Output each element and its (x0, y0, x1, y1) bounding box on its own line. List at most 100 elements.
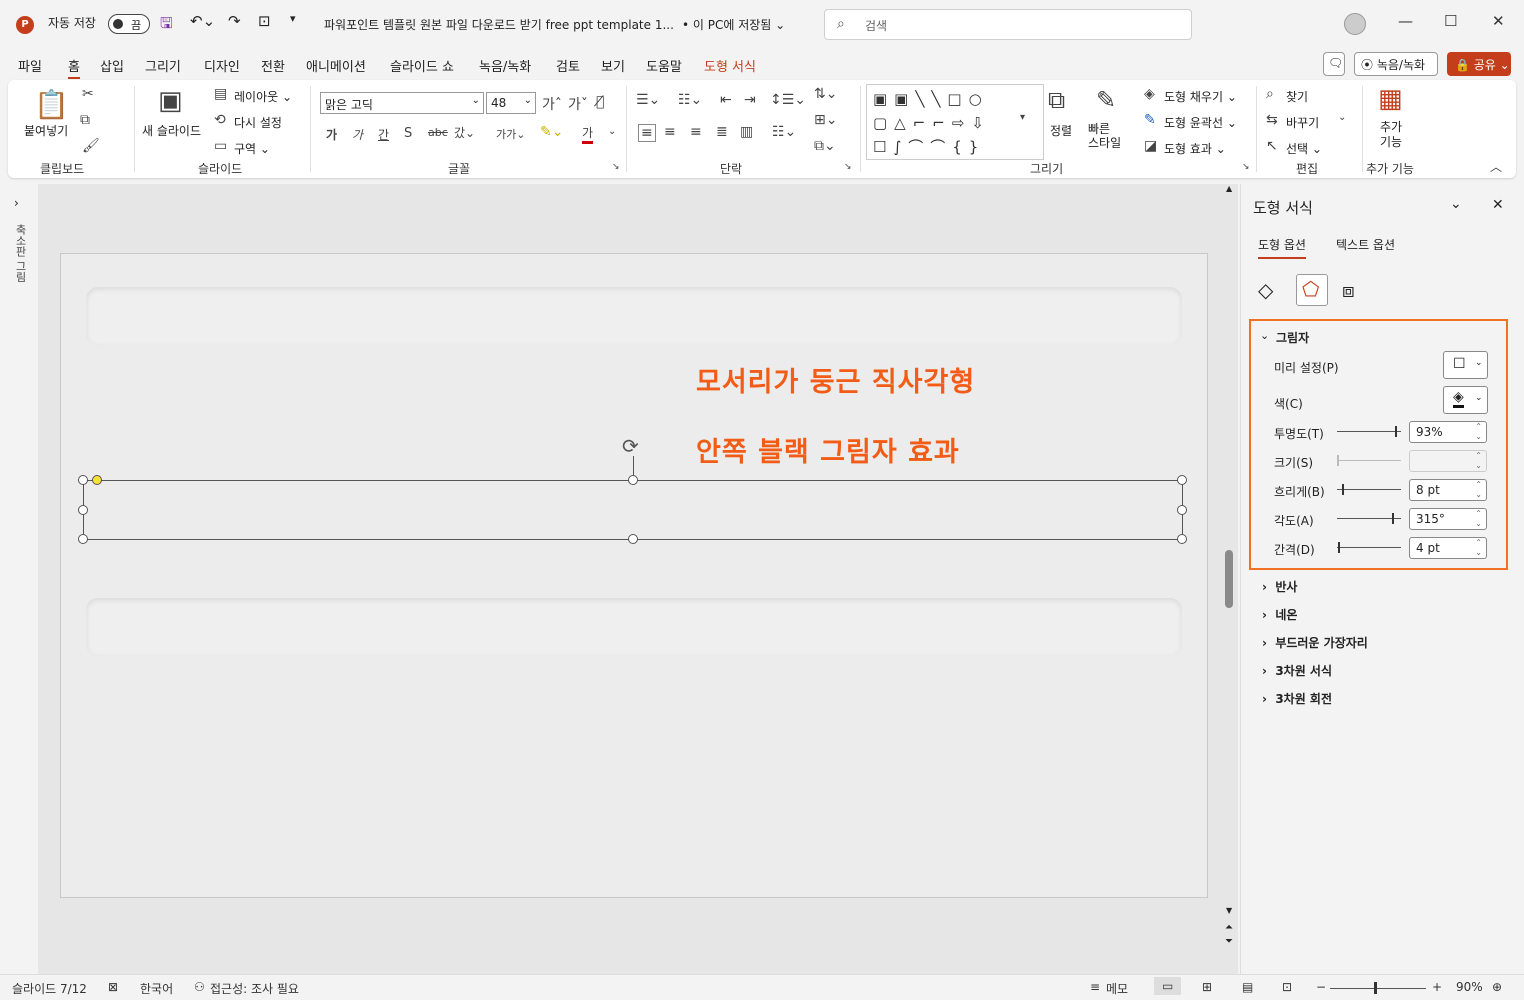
section-soft-edges[interactable]: › 부드러운 가장자리 (1262, 634, 1368, 651)
transparency-input[interactable]: 93% ⌃ ⌄ (1409, 421, 1487, 443)
collapse-ribbon-icon[interactable]: ︿ (1490, 158, 1502, 175)
redo-icon[interactable]: ↷ (228, 12, 241, 30)
zoom-slider-thumb[interactable] (1374, 982, 1377, 994)
tab-insert[interactable]: 삽입 (100, 56, 124, 75)
transparency-slider-thumb[interactable] (1395, 426, 1397, 437)
smartart-icon[interactable]: ⧉⌄ (814, 138, 836, 154)
zoom-in-icon[interactable]: + (1432, 980, 1442, 994)
highlight-icon[interactable]: ✎⌄ (540, 124, 563, 140)
align-center-icon[interactable]: ≡ (664, 124, 676, 140)
corner-radius-handle[interactable] (92, 475, 102, 485)
arrange-icon[interactable]: ⧉ (1048, 86, 1065, 114)
font-name-combo[interactable]: 맑은 고딕 ⌄ (320, 92, 484, 114)
bold-icon[interactable]: 가 (326, 126, 337, 143)
thumbnail-pane-label[interactable]: 축소판 그림 (12, 224, 28, 283)
paste-icon[interactable]: 📋 (34, 88, 69, 121)
copy-icon[interactable]: ⧉ (80, 112, 90, 128)
transparency-slider[interactable] (1337, 426, 1401, 437)
underline-icon[interactable]: 간 (378, 126, 389, 143)
angle-slider-thumb[interactable] (1392, 513, 1394, 524)
angle-input[interactable]: 315° ⌃ ⌄ (1409, 508, 1487, 530)
pane-options-icon[interactable]: ⌄ (1450, 196, 1462, 212)
close-window-icon[interactable]: ✕ (1492, 12, 1505, 30)
resize-handle-top-right[interactable] (1177, 475, 1187, 485)
tab-text-options[interactable]: 텍스트 옵션 (1336, 236, 1395, 253)
tab-review[interactable]: 검토 (556, 56, 580, 75)
drawing-dialog-launcher-icon[interactable]: ↘ (1242, 162, 1250, 172)
bullets-icon[interactable]: ☰⌄ (636, 92, 660, 108)
font-dialog-launcher-icon[interactable]: ↘ (612, 162, 620, 172)
cut-icon[interactable]: ✂ (82, 86, 94, 102)
addins-icon[interactable]: ▦ (1378, 84, 1403, 114)
zoom-out-icon[interactable]: − (1316, 980, 1326, 994)
zoom-slider[interactable] (1330, 988, 1426, 989)
quick-styles-icon[interactable]: ✎ (1096, 86, 1116, 114)
rounded-rectangle-top[interactable] (86, 287, 1182, 345)
shape-outline-button[interactable]: 도형 윤곽선 ⌄ (1164, 114, 1237, 131)
section-glow[interactable]: › 네온 (1262, 606, 1297, 623)
shrink-font-icon[interactable]: 가ˇ (568, 94, 588, 114)
replace-dropdown-icon[interactable]: ⌄ (1338, 112, 1346, 123)
font-size-combo[interactable]: 48 ⌄ (486, 92, 536, 114)
accessibility-status[interactable]: 접근성: 조사 필요 (210, 980, 299, 997)
selected-rounded-rectangle[interactable] (83, 480, 1183, 540)
slide-sorter-icon[interactable]: ⊞ (1202, 980, 1212, 994)
decrease-indent-icon[interactable]: ⇤ (720, 92, 732, 108)
autosave-toggle[interactable]: 끔 (108, 14, 150, 34)
blur-slider-thumb[interactable] (1342, 484, 1344, 495)
reset-button[interactable]: 다시 설정 (234, 114, 282, 131)
blur-slider[interactable] (1337, 484, 1401, 495)
scroll-up-icon[interactable]: ▲ (1226, 184, 1232, 193)
tab-transitions[interactable]: 전환 (261, 56, 285, 75)
font-color-icon[interactable]: 가 (582, 124, 594, 144)
line-spacing-icon[interactable]: ↕☰⌄ (770, 92, 806, 108)
resize-handle-top[interactable] (628, 475, 638, 485)
undo-icon[interactable]: ↶⌄ (190, 12, 215, 30)
comments-icon[interactable]: 🗨 (1323, 52, 1345, 76)
char-spacing-icon[interactable]: 갔⌄ (454, 124, 475, 141)
shadow-collapse-icon[interactable]: ⌄ (1260, 329, 1269, 342)
arrange-button[interactable]: 정렬 (1050, 122, 1072, 139)
clear-format-icon[interactable]: 가̸ (596, 94, 604, 110)
tab-draw[interactable]: 그리기 (145, 56, 181, 75)
section-3d-rotation[interactable]: › 3차원 회전 (1262, 690, 1332, 707)
numbering-icon[interactable]: ☷⌄ (678, 92, 702, 108)
quick-styles-button[interactable]: 빠른 스타일 (1088, 122, 1121, 150)
save-icon[interactable]: 🖫 (160, 13, 173, 38)
tab-slideshow[interactable]: 슬라이드 쇼 (390, 56, 454, 75)
text-direction-align-icon[interactable]: ☷⌄ (772, 124, 796, 140)
grow-font-icon[interactable]: 가ˆ (542, 94, 562, 114)
avatar[interactable] (1344, 13, 1366, 35)
zoom-level[interactable]: 90% (1456, 980, 1483, 994)
align-right-icon[interactable]: ≡ (690, 124, 702, 140)
vertical-scrollbar[interactable]: ▲ ▼ ⏶ ⏷ (1222, 184, 1238, 974)
language[interactable]: 한국어 (140, 980, 173, 997)
strikethrough-icon[interactable]: abc (428, 126, 448, 139)
increase-indent-icon[interactable]: ⇥ (744, 92, 756, 108)
shadow-section-title[interactable]: 그림자 (1276, 329, 1309, 346)
change-case-icon[interactable]: 가가⌄ (496, 126, 525, 142)
previous-slide-icon[interactable]: ⏶ (1225, 922, 1233, 933)
section-reflection[interactable]: › 반사 (1262, 578, 1297, 595)
resize-handle-bottom-left[interactable] (78, 534, 88, 544)
format-painter-icon[interactable]: 🖌 (82, 138, 100, 154)
shape-effects-button[interactable]: 도형 효과 ⌄ (1164, 140, 1226, 157)
select-button[interactable]: 선택 ⌄ (1286, 140, 1322, 157)
resize-handle-right[interactable] (1177, 505, 1187, 515)
customize-qat-icon[interactable]: ▾ (290, 12, 296, 25)
text-direction-icon[interactable]: ⇅⌄ (814, 86, 837, 102)
normal-view-icon[interactable]: ▭ (1154, 977, 1182, 995)
next-slide-icon[interactable]: ⏷ (1225, 936, 1233, 947)
preset-dropdown[interactable]: ☐ ⌄ (1443, 351, 1488, 379)
align-text-icon[interactable]: ⊞⌄ (814, 112, 837, 128)
reading-view-icon[interactable]: ▤ (1242, 980, 1253, 994)
paragraph-dialog-launcher-icon[interactable]: ↘ (844, 162, 852, 172)
columns-icon[interactable]: ▥ (740, 124, 753, 140)
rounded-rectangle-bottom[interactable] (86, 598, 1182, 656)
shape-fill-button[interactable]: 도형 채우기 ⌄ (1164, 88, 1237, 105)
new-slide-icon[interactable]: ▣ (158, 86, 183, 116)
size-properties-icon[interactable]: ⧈ (1342, 278, 1355, 302)
slideshow-view-icon[interactable]: ⊡ (1282, 980, 1292, 994)
distance-slider-thumb[interactable] (1338, 542, 1340, 553)
font-color-dropdown-icon[interactable]: ⌄ (608, 126, 616, 137)
